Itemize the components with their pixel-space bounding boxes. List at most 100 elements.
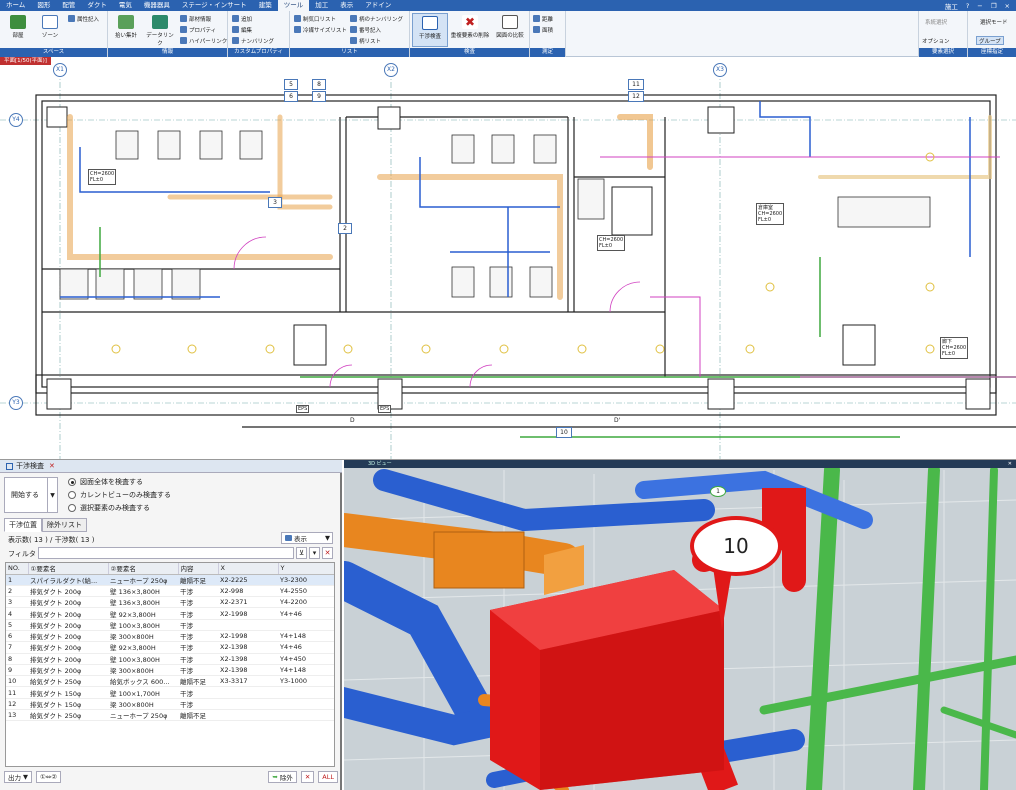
3d-view[interactable]: 3D ビュー ✕ 10 1: [344, 460, 1016, 790]
output-button[interactable]: 出力 ▼: [4, 771, 32, 783]
radio-whole-drawing[interactable]: 図面全体を検査する: [68, 477, 143, 487]
system-select-button[interactable]: 系統選択: [925, 17, 947, 26]
zone-button[interactable]: ゾーン: [34, 13, 66, 47]
clash-balloon-2[interactable]: 2: [338, 223, 352, 234]
start-dropdown-icon[interactable]: ▼: [47, 478, 57, 512]
table-row[interactable]: 13 給気ダクト 250φ ニューホープ 250φ 離隔不足: [6, 709, 334, 722]
parts-info-button[interactable]: 部材情報: [180, 14, 211, 23]
table-row[interactable]: 4 排気ダクト 200φ 壁 92×3,800H 干渉 X2-1998 Y4+46: [6, 607, 334, 620]
delete-button[interactable]: ✕: [300, 771, 315, 783]
remove-duplicates-button[interactable]: ✖ 重複要素の削除: [450, 13, 490, 47]
help-icon[interactable]: ?: [966, 2, 969, 10]
data-link-button[interactable]: データリンク: [144, 13, 176, 47]
select-mode-button[interactable]: 選択モード: [980, 17, 1008, 26]
group-button[interactable]: グループ: [976, 36, 1004, 45]
attr-entry-button[interactable]: 属性記入: [68, 14, 99, 23]
filter-icon[interactable]: ⊻: [296, 547, 307, 559]
exclude-button[interactable]: ➥ 除外: [268, 771, 297, 783]
table-row[interactable]: 9 排気ダクト 200φ 梁 300×800H 干渉 X2-1398 Y4+148: [6, 664, 334, 677]
filter-input[interactable]: [38, 547, 294, 559]
filter-dropdown-icon[interactable]: ▾: [309, 547, 320, 559]
table-row[interactable]: 2 排気ダクト 200φ 壁 136×3,800H 干渉 X2-998 Y4-2550: [6, 585, 334, 598]
minimize-icon[interactable]: −: [977, 2, 982, 10]
remove-duplicates-icon: ✖: [462, 15, 478, 29]
tab-exclusion-list[interactable]: 除外リスト: [42, 518, 87, 532]
table-row[interactable]: 1 スパイラルダクト(給... ニューホープ 250φ 離隔不足 X2-2225 Y3-2…: [6, 574, 334, 586]
sleeve-list-button[interactable]: 柄リスト: [350, 36, 381, 45]
menu-tab[interactable]: アドイン: [359, 0, 397, 11]
clash-balloon-5[interactable]: 5: [284, 79, 298, 90]
distance-button[interactable]: 距離: [533, 14, 553, 23]
table-row[interactable]: 11 排気ダクト 150φ 壁 100×1,700H 干渉: [6, 686, 334, 699]
column-header[interactable]: Y: [278, 563, 334, 575]
clash-balloon-8[interactable]: 8: [312, 79, 326, 90]
radio-current-view[interactable]: カレントビューのみ検査する: [68, 490, 171, 500]
table-cell: 排気ダクト 150φ: [28, 686, 108, 699]
menu-tab[interactable]: ダクト: [81, 0, 113, 11]
edit-icon: [232, 26, 239, 33]
interference-check-button[interactable]: 干渉検査: [412, 13, 448, 47]
table-row[interactable]: 12 排気ダクト 150φ 梁 300×800H 干渉: [6, 698, 334, 711]
drawing-tab[interactable]: 平面[1/50(平面)]: [0, 57, 51, 65]
start-button[interactable]: 開始する ▼: [4, 477, 58, 513]
table-row[interactable]: 8 排気ダクト 200φ 壁 100×3,800H 干渉 X2-1398 Y4+450: [6, 653, 334, 665]
table-row[interactable]: 5 排気ダクト 200φ 壁 100×3,800H 干渉: [6, 619, 334, 631]
menu-tab[interactable]: 表示: [334, 0, 359, 11]
menu-tab[interactable]: 図形: [31, 0, 56, 11]
property-button[interactable]: プロパティ: [180, 25, 216, 34]
clash-balloon-10[interactable]: 10: [556, 427, 572, 438]
table-row[interactable]: 6 排気ダクト 200φ 梁 300×800H 干渉 X2-1998 Y4+148: [6, 630, 334, 643]
numbering-button[interactable]: ナンバリング: [232, 36, 274, 45]
clash-balloon-11[interactable]: 11: [628, 79, 644, 90]
3d-view-close-icon[interactable]: ✕: [1008, 460, 1012, 468]
hyperlink-button[interactable]: ハイパーリンク: [180, 36, 227, 45]
table-cell: 排気ダクト 200φ: [28, 585, 108, 598]
3d-small-balloon[interactable]: 1: [710, 486, 726, 497]
simple-tally-button[interactable]: 拾い集計: [110, 13, 142, 47]
menu-tab[interactable]: 配管: [56, 0, 81, 11]
room-button[interactable]: 部屋: [2, 13, 34, 47]
clash-balloon-3[interactable]: 3: [268, 197, 282, 208]
swap-button[interactable]: ①⇔②: [36, 771, 62, 783]
table-row[interactable]: 7 排気ダクト 200φ 壁 92×3,800H 干渉 X2-1398 Y4+46: [6, 641, 334, 654]
workspace-label[interactable]: 施工: [945, 1, 958, 11]
radio-selected-elements[interactable]: 選択要素のみ検査する: [68, 503, 150, 513]
menu-tab[interactable]: 加工: [309, 0, 334, 11]
table-row[interactable]: 10 給気ダクト 250φ 給気ボックス 600... 離隔不足 X3-3317 Y3-1…: [6, 675, 334, 688]
number-entry-button[interactable]: 番号記入: [350, 25, 381, 34]
column-header[interactable]: ②要素名: [108, 563, 179, 575]
menu-tab[interactable]: ステージ・インサート: [176, 0, 253, 11]
coolant-size-list-button[interactable]: 冷媒サイズリスト: [294, 25, 347, 34]
menu-tab[interactable]: 電気: [113, 0, 138, 11]
menu-tab[interactable]: ツール: [277, 0, 310, 11]
control-list-button[interactable]: 制気口リスト: [294, 14, 336, 23]
table-row[interactable]: 3 排気ダクト 200φ 壁 136×3,800H 干渉 X2-2371 Y4-2200: [6, 596, 334, 609]
3d-clash-balloon-10[interactable]: 10: [690, 516, 782, 576]
panel-close-icon[interactable]: ✕: [49, 462, 55, 470]
clash-balloon-12[interactable]: 12: [628, 91, 644, 102]
clash-balloon-6[interactable]: 6: [284, 91, 298, 102]
plan-drawing-view[interactable]: 平面[1/50(平面)] X1 X2 X3 Y4 Y3 5 6 8 9 3 2 …: [0, 57, 1016, 460]
area-button[interactable]: 面積: [533, 25, 553, 34]
clear-filter-icon[interactable]: ✕: [322, 547, 333, 559]
show-button[interactable]: 表示 ▼: [281, 532, 333, 544]
tab-interference-positions[interactable]: 干渉位置: [4, 518, 42, 532]
menu-tab[interactable]: 建築: [253, 0, 278, 11]
menu-tab[interactable]: 機器器具: [138, 0, 176, 11]
column-header[interactable]: X: [218, 563, 279, 575]
sleeve-numbering-button[interactable]: 柄のナンバリング: [350, 14, 403, 23]
plan-drawing-canvas[interactable]: [0, 57, 1016, 460]
delete-all-button[interactable]: ALL: [318, 771, 338, 783]
compare-drawings-button[interactable]: 図面の比較: [492, 13, 528, 47]
option-button[interactable]: オプション: [922, 36, 950, 45]
menu-tab[interactable]: ホーム: [0, 0, 31, 11]
column-header[interactable]: 内容: [178, 563, 219, 575]
add-button[interactable]: 追加: [232, 14, 252, 23]
restore-icon[interactable]: ❐: [991, 2, 997, 10]
column-header[interactable]: ①要素名: [28, 563, 109, 575]
clash-balloon-9[interactable]: 9: [312, 91, 326, 102]
close-icon[interactable]: ×: [1005, 2, 1010, 10]
3d-view-canvas[interactable]: [344, 460, 1016, 790]
edit-button[interactable]: 編集: [232, 25, 252, 34]
column-header[interactable]: NO.: [6, 563, 29, 575]
